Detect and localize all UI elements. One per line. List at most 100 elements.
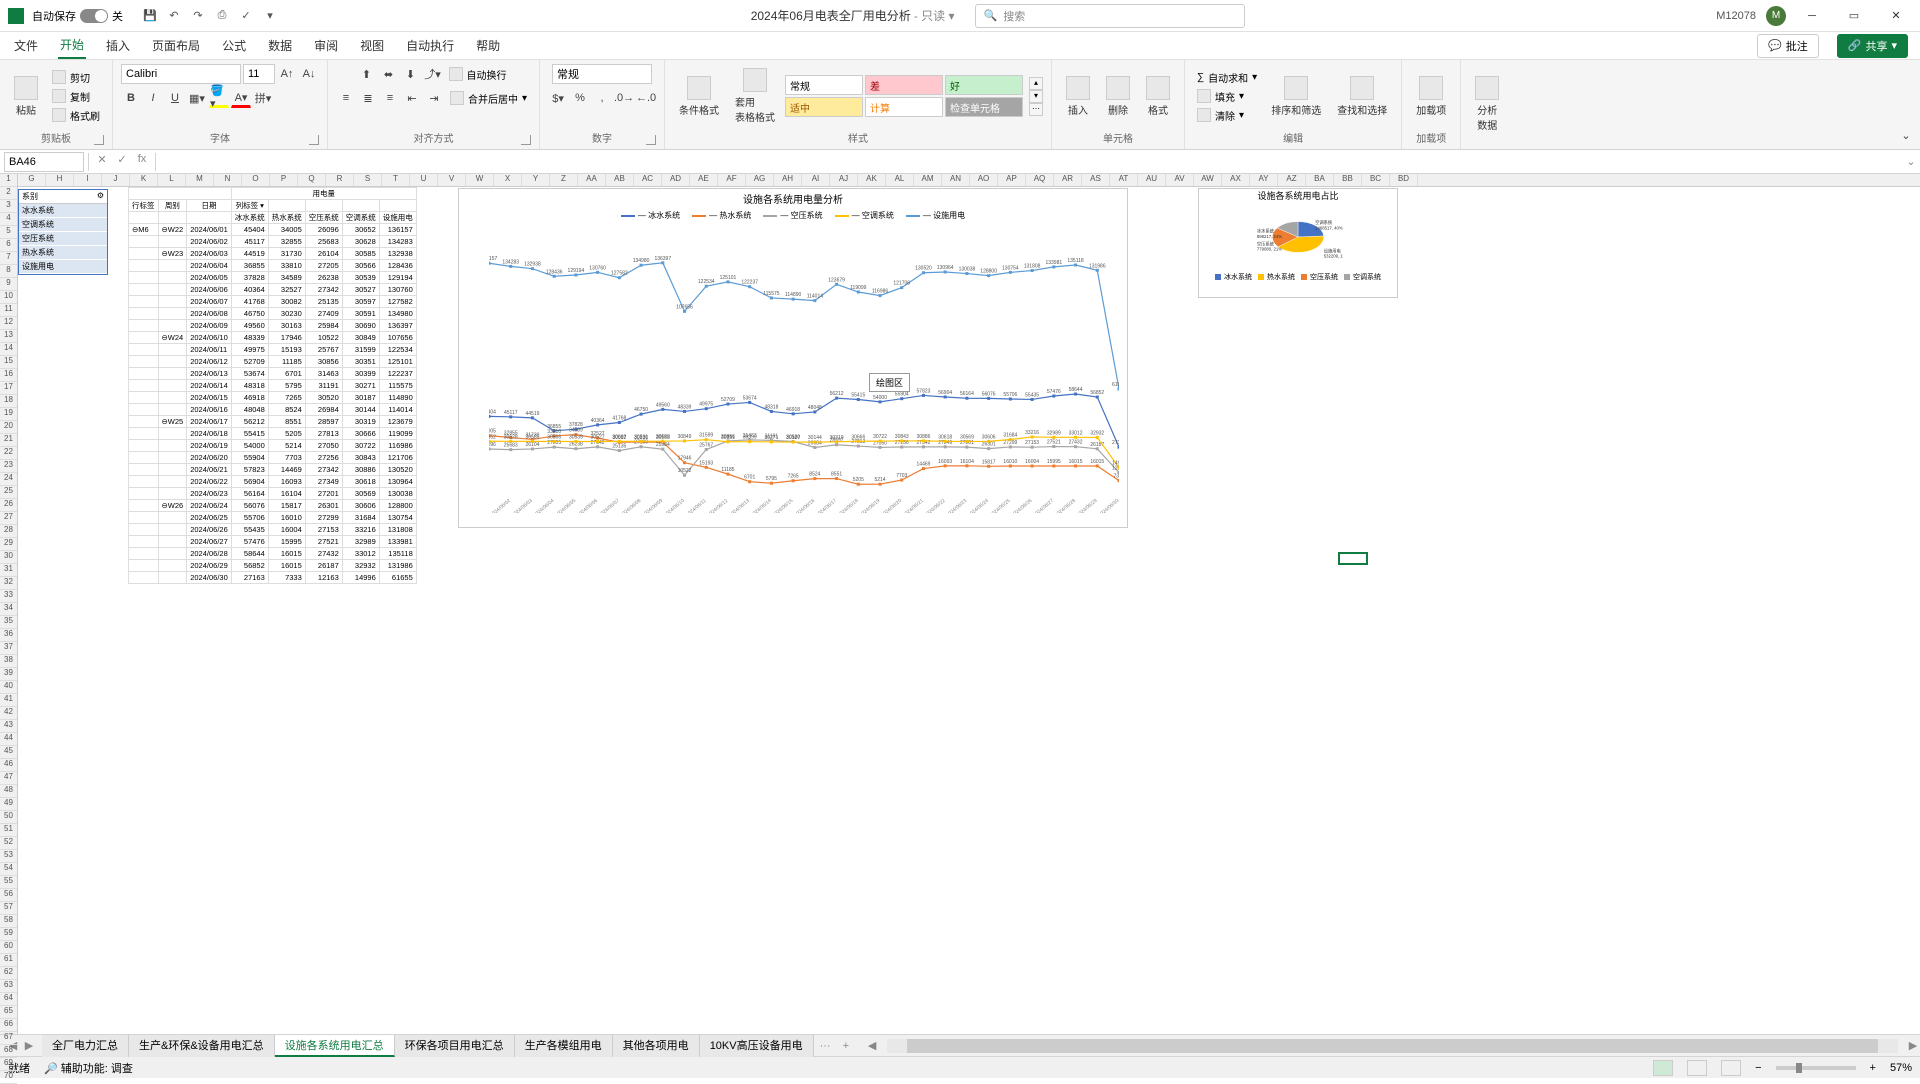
share-button[interactable]: 🔗 共享 ▾ xyxy=(1837,34,1908,58)
cut-button[interactable]: 剪切 xyxy=(48,69,104,86)
row-header[interactable]: 12 xyxy=(0,317,17,330)
row-header[interactable]: 31 xyxy=(0,564,17,577)
tab-automate[interactable]: 自动执行 xyxy=(404,33,456,58)
row-header[interactable]: 26 xyxy=(0,499,17,512)
row-header[interactable]: 6 xyxy=(0,239,17,252)
formula-input[interactable] xyxy=(156,152,1902,172)
percent-button[interactable]: % xyxy=(570,88,590,108)
style-cell[interactable]: 常规 xyxy=(785,75,863,95)
column-header[interactable]: AB xyxy=(606,174,634,186)
row-header[interactable]: 47 xyxy=(0,772,17,785)
row-header[interactable]: 1 xyxy=(0,174,17,187)
row-header[interactable]: 34 xyxy=(0,603,17,616)
analyze-data-button[interactable]: 分析 数据 xyxy=(1469,74,1505,134)
sheet-tab[interactable]: 生产&环保&设备用电汇总 xyxy=(129,1035,275,1057)
row-header[interactable]: 65 xyxy=(0,1006,17,1019)
addins-button[interactable]: 加载项 xyxy=(1410,74,1452,119)
column-header[interactable]: R xyxy=(326,174,354,186)
zoom-slider[interactable] xyxy=(1776,1066,1856,1070)
align-right-button[interactable]: ≡ xyxy=(380,88,400,108)
fill-color-button[interactable]: 🪣▾ xyxy=(209,88,229,108)
hscroll-right-button[interactable]: ▶ xyxy=(1906,1039,1920,1053)
tab-review[interactable]: 审阅 xyxy=(312,33,340,58)
row-header[interactable]: 60 xyxy=(0,941,17,954)
undo-button[interactable]: ↶ xyxy=(165,7,183,25)
zoom-in-button[interactable]: + xyxy=(1870,1062,1876,1074)
column-header[interactable]: BA xyxy=(1306,174,1334,186)
column-header[interactable]: M xyxy=(186,174,214,186)
row-header[interactable]: 44 xyxy=(0,733,17,746)
slicer-item[interactable]: 热水系统 xyxy=(19,246,107,260)
column-header[interactable]: AV xyxy=(1166,174,1194,186)
tab-data[interactable]: 数据 xyxy=(266,33,294,58)
comma-button[interactable]: , xyxy=(592,88,612,108)
wrap-text-button[interactable]: 自动换行 xyxy=(445,64,511,84)
row-header[interactable]: 57 xyxy=(0,902,17,915)
worksheet-grid[interactable]: 1234567891011121314151617181920212223242… xyxy=(0,174,1920,1034)
row-header[interactable]: 55 xyxy=(0,876,17,889)
sheet-tab[interactable]: 设施各系统用电汇总 xyxy=(275,1035,395,1057)
style-cell[interactable]: 检查单元格 xyxy=(945,97,1023,117)
dialog-launcher-icon[interactable] xyxy=(646,135,656,145)
qat-customize-icon[interactable]: ▾ xyxy=(261,7,279,25)
save-button[interactable]: 💾 xyxy=(141,7,159,25)
normal-view-button[interactable] xyxy=(1653,1060,1673,1076)
line-chart[interactable]: 设施各系统用电量分析 — 冰水系统— 热水系统— 空压系统— 空调系统— 设施用… xyxy=(458,188,1128,528)
name-box[interactable] xyxy=(4,152,84,172)
row-header[interactable]: 29 xyxy=(0,538,17,551)
avatar[interactable]: M xyxy=(1766,6,1786,26)
row-header[interactable]: 62 xyxy=(0,967,17,980)
fx-button[interactable]: fx xyxy=(133,153,151,171)
fill-button[interactable]: 填充▾ xyxy=(1193,88,1261,105)
column-header[interactable]: O xyxy=(242,174,270,186)
tab-insert[interactable]: 插入 xyxy=(104,33,132,58)
increase-indent-button[interactable]: ⇥ xyxy=(424,88,444,108)
underline-button[interactable]: U xyxy=(165,88,185,108)
restore-button[interactable]: ▭ xyxy=(1838,4,1870,28)
row-header[interactable]: 27 xyxy=(0,512,17,525)
row-header[interactable]: 45 xyxy=(0,746,17,759)
tab-help[interactable]: 帮助 xyxy=(474,33,502,58)
column-header[interactable]: W xyxy=(466,174,494,186)
row-header[interactable]: 66 xyxy=(0,1019,17,1032)
horizontal-scrollbar[interactable] xyxy=(887,1039,1898,1053)
ribbon-collapse-button[interactable]: ⌄ xyxy=(1896,125,1916,145)
zoom-level[interactable]: 57% xyxy=(1890,1062,1912,1074)
italic-button[interactable]: I xyxy=(143,88,163,108)
table-format-button[interactable]: 套用 表格格式 xyxy=(729,66,781,126)
column-header[interactable]: Y xyxy=(522,174,550,186)
slicer-item[interactable]: 冰水系统 xyxy=(19,204,107,218)
column-header[interactable]: AI xyxy=(802,174,830,186)
row-header[interactable]: 36 xyxy=(0,629,17,642)
row-header[interactable]: 4 xyxy=(0,213,17,226)
row-header[interactable]: 52 xyxy=(0,837,17,850)
dialog-launcher-icon[interactable] xyxy=(309,135,319,145)
find-select-button[interactable]: 查找和选择 xyxy=(1331,74,1393,119)
row-header[interactable]: 50 xyxy=(0,811,17,824)
format-painter-button[interactable]: 格式刷 xyxy=(48,107,104,124)
tab-pagelayout[interactable]: 页面布局 xyxy=(150,33,202,58)
row-header[interactable]: 13 xyxy=(0,330,17,343)
column-header[interactable]: AP xyxy=(998,174,1026,186)
slicer-system[interactable]: 系别⚙ 冰水系统空调系统空压系统热水系统设施用电 xyxy=(18,189,108,275)
decrease-decimal-button[interactable]: ←.0 xyxy=(636,88,656,108)
gallery-more-icon[interactable]: ⋯ xyxy=(1029,103,1043,116)
phonetic-button[interactable]: 拼▾ xyxy=(253,88,273,108)
accounting-button[interactable]: $▾ xyxy=(548,88,568,108)
sheet-tab[interactable]: 生产各模组用电 xyxy=(515,1035,613,1057)
style-cell[interactable]: 好 xyxy=(945,75,1023,95)
sheet-tab[interactable]: 环保各项目用电汇总 xyxy=(395,1035,515,1057)
row-header[interactable]: 18 xyxy=(0,395,17,408)
decrease-font-button[interactable]: A↓ xyxy=(299,64,319,84)
column-header[interactable]: G xyxy=(18,174,46,186)
align-left-button[interactable]: ≡ xyxy=(336,88,356,108)
scrollbar-thumb[interactable] xyxy=(907,1039,1878,1053)
row-headers[interactable]: 1234567891011121314151617181920212223242… xyxy=(0,174,18,1034)
comments-button[interactable]: 💬 批注 xyxy=(1757,34,1819,58)
font-size-combo[interactable]: 11 xyxy=(243,64,275,84)
column-header[interactable]: AZ xyxy=(1278,174,1306,186)
align-center-button[interactable]: ≣ xyxy=(358,88,378,108)
format-cell-button[interactable]: 格式 xyxy=(1140,74,1176,119)
expand-fbar-button[interactable]: ⌄ xyxy=(1902,155,1920,168)
column-header[interactable]: AM xyxy=(914,174,942,186)
